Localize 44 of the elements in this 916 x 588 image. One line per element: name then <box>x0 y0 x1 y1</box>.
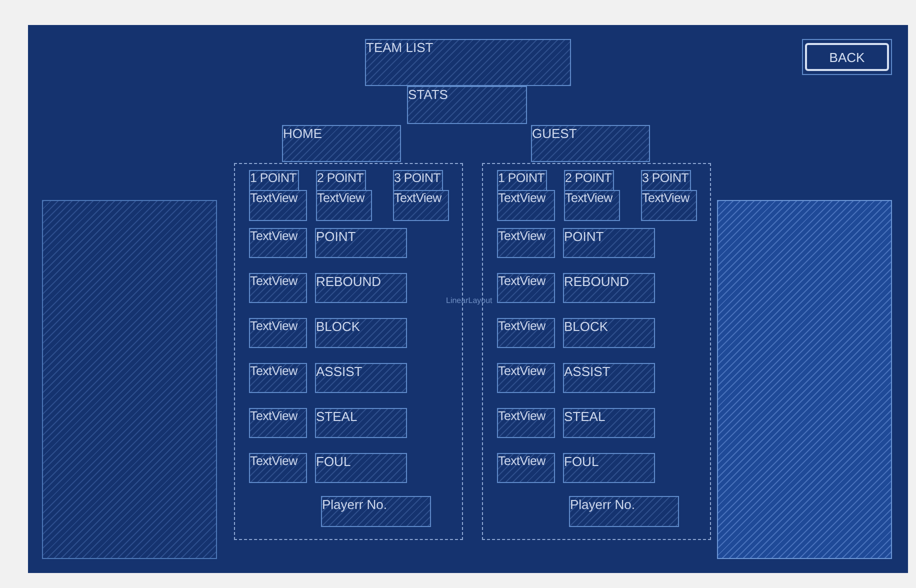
team-name: HOME <box>282 125 401 162</box>
stat-value: TextView <box>497 408 555 438</box>
back-button[interactable]: BACK <box>805 43 889 71</box>
stat-label: ASSIST <box>315 363 407 393</box>
team-name: GUEST <box>531 125 650 162</box>
point-value: TextView <box>249 190 307 221</box>
stat-label: REBOUND <box>563 273 655 303</box>
point-value: TextView <box>393 190 449 221</box>
stat-label: REBOUND <box>315 273 407 303</box>
point-value: TextView <box>641 190 697 221</box>
layout-label: LinearLayout <box>446 296 492 305</box>
point-header: 1 POINT <box>497 170 547 191</box>
player-number-label: Playerr No. <box>321 496 431 527</box>
stat-value: TextView <box>497 453 555 483</box>
stat-label: BLOCK <box>315 318 407 348</box>
stat-label: FOUL <box>315 453 407 483</box>
point-header: 1 POINT <box>249 170 299 191</box>
point-header: 2 POINT <box>564 170 614 191</box>
stat-label: BLOCK <box>563 318 655 348</box>
stat-value: TextView <box>249 363 307 393</box>
stat-value: TextView <box>497 228 555 258</box>
stat-label: STEAL <box>315 408 407 438</box>
stats-text: STATS <box>407 86 527 124</box>
point-value: TextView <box>316 190 372 221</box>
stat-value: TextView <box>497 318 555 348</box>
stat-label: ASSIST <box>563 363 655 393</box>
title-text: TEAM LIST <box>365 39 571 86</box>
point-value: TextView <box>564 190 620 221</box>
stat-value: TextView <box>249 273 307 303</box>
point-header: 3 POINT <box>641 170 691 191</box>
point-header: 2 POINT <box>316 170 366 191</box>
stat-value: TextView <box>249 228 307 258</box>
stat-value: TextView <box>249 318 307 348</box>
stat-label: POINT <box>315 228 407 258</box>
point-header: 3 POINT <box>393 170 443 191</box>
stat-label: FOUL <box>563 453 655 483</box>
stat-value: TextView <box>249 453 307 483</box>
stat-value: TextView <box>497 363 555 393</box>
stat-label: POINT <box>563 228 655 258</box>
stat-label: STEAL <box>563 408 655 438</box>
stat-value: TextView <box>249 408 307 438</box>
point-value: TextView <box>497 190 555 221</box>
stat-value: TextView <box>497 273 555 303</box>
player-number-label: Playerr No. <box>569 496 679 527</box>
